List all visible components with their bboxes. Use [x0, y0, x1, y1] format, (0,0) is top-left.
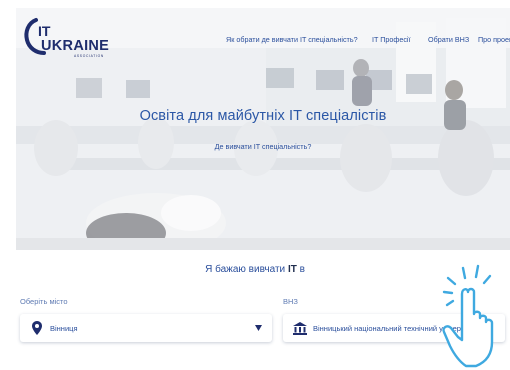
nav-link-how-to-choose[interactable]: Як обрати де вивчати IT спеціальність? [226, 35, 358, 44]
hero-banner: IT UKRAINE ASSOCIATION Як обрати де вивч… [16, 8, 510, 250]
logo-main-text: UKRAINE [41, 38, 109, 54]
tap-hand-icon [442, 264, 494, 368]
logo-mark: IT UKRAINE ASSOCIATION [24, 18, 109, 58]
logo-sub-text: ASSOCIATION [74, 54, 104, 58]
city-select-value: Вінниця [50, 323, 78, 333]
university-building-icon [291, 319, 309, 337]
dropdown-caret-icon[interactable] [252, 322, 264, 334]
city-select[interactable]: Вінниця [20, 314, 272, 342]
map-pin-icon [28, 319, 46, 337]
study-prompt-it: IT [287, 264, 297, 275]
hero-title: Освіта для майбутніх IT спеціалістів [139, 108, 387, 124]
nav-link-it-professions[interactable]: IT Професії [372, 35, 411, 44]
study-prompt-suffix: в [299, 264, 305, 275]
city-label: Оберіть місто [20, 297, 68, 306]
page: IT UKRAINE ASSOCIATION Як обрати де вивч… [0, 0, 510, 370]
nav-link-choose-university[interactable]: Обрати ВНЗ [428, 35, 469, 44]
top-navigation: Як обрати де вивчати IT спеціальність? I… [226, 35, 510, 49]
university-label: ВНЗ [283, 297, 298, 306]
logo-it-text: IT [38, 23, 51, 39]
it-ukraine-logo[interactable]: IT UKRAINE ASSOCIATION [22, 14, 142, 60]
study-prompt-prefix: Я бажаю вивчати [205, 264, 286, 275]
hero-subtitle-link[interactable]: Де вивчати IT спеціальність? [16, 142, 510, 151]
nav-link-about-project[interactable]: Про проект [478, 35, 510, 44]
